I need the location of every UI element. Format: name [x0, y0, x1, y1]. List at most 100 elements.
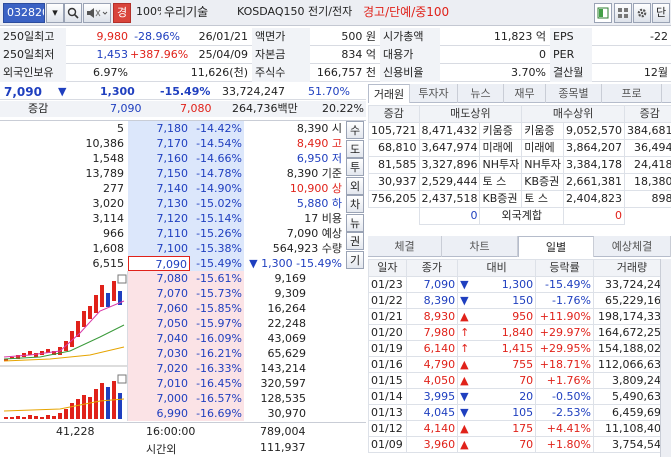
bid-rate: -16.33% [190, 361, 244, 376]
side-button[interactable]: 외 [346, 176, 364, 195]
ask-price[interactable]: 7,170 [128, 136, 190, 151]
tab-info-0[interactable]: 거래원 [368, 84, 410, 103]
tab-trade-0[interactable]: 체결 [368, 236, 442, 257]
speaker-icon[interactable] [83, 3, 111, 23]
warning-menu-button[interactable]: 경 [113, 3, 131, 23]
broker-row[interactable]: 81,585 3,327,896 NH투자 NH투자 3,384,178 24,418 [368, 156, 671, 174]
broker-row[interactable]: 30,937 2,529,444 토 스 KB증권 2,661,381 18,380 [368, 173, 671, 191]
bid-price[interactable]: 7,010 [128, 376, 190, 391]
broker-row[interactable]: 756,205 2,437,518 KB증권 토 스 2,404,823 898 [368, 190, 671, 208]
daily-row[interactable]: 01/13 4,045 ▼ 105 -2.53% 6,459,694 [368, 404, 671, 421]
daily-row[interactable]: 01/15 4,050 ▲ 70 +1.76% 3,809,242 [368, 372, 671, 389]
side-button[interactable]: 권 [346, 232, 364, 250]
side-button[interactable]: 수 [346, 121, 364, 139]
tab-trade-1[interactable]: 차트 [442, 236, 518, 257]
daily-rate: +11.90% [535, 308, 594, 325]
side-button[interactable]: 뉴 [346, 213, 364, 232]
ask-price[interactable]: 7,160 [128, 151, 190, 166]
tab-info-4[interactable]: 종목별 [546, 84, 602, 103]
ask-row[interactable]: 1,608 7,100 -15.38% 564,923 수량 [0, 241, 366, 256]
current-quote-header: 7,090 ▼ 1,300 -15.49% 33,724,247 51.70% … [0, 84, 366, 118]
broker-row[interactable]: 68,810 3,647,974 미래에 미래에 3,864,207 36,494 [368, 139, 671, 157]
volume-close-icon[interactable] [117, 374, 127, 384]
tab-info-2[interactable]: 뉴스 [458, 84, 504, 103]
bid-price[interactable]: 7,000 [128, 391, 190, 406]
bid-price[interactable]: 7,070 [128, 286, 190, 301]
bid-price[interactable]: 7,030 [128, 346, 190, 361]
daily-close: 3,995 [405, 388, 459, 405]
ask-price[interactable]: 7,130 [128, 196, 190, 211]
ask-price[interactable]: 7,090 [128, 256, 190, 271]
ask-row[interactable]: 6,515 7,090 -15.49% ▼ 1,300 -15.49% [0, 256, 366, 271]
ask-price[interactable]: 7,100 [128, 241, 190, 256]
side-button[interactable]: 투 [346, 158, 364, 176]
ask-row[interactable]: 13,789 7,150 -14.78% 8,390 기준 [0, 166, 366, 181]
bid-price[interactable]: 7,020 [128, 361, 190, 376]
grid-icon[interactable] [614, 3, 632, 23]
ask-price[interactable]: 7,140 [128, 181, 190, 196]
ask-row[interactable]: 3,020 7,130 -15.02% 5,880 하 [0, 196, 366, 211]
daily-diff: 755 [512, 358, 534, 371]
bid-total: 789,004 [260, 425, 306, 438]
daily-table-scrollbar[interactable] [660, 259, 671, 457]
side-button[interactable]: 도 [346, 139, 364, 158]
daily-diff: 950 [512, 310, 534, 323]
daily-row[interactable]: 01/16 4,790 ▲ 755 +18.71% 112,066,638 [368, 356, 671, 373]
broker-row[interactable]: 105,721 8,471,432 키움증 키움증 9,052,570 384,681 [368, 122, 671, 140]
tab-info-1[interactable]: 투자자 [410, 84, 458, 103]
daily-volume: 6,459,694 [592, 404, 671, 421]
tab-trade-2[interactable]: 일별 [518, 236, 594, 257]
code-dropdown-button[interactable]: ▾ [46, 3, 64, 23]
daily-diff: 1,300 [501, 278, 534, 291]
bid-price[interactable]: 7,050 [128, 316, 190, 331]
daily-row[interactable]: 01/22 8,390 ▼ 150 -1.76% 65,229,168 [368, 292, 671, 309]
after-hours-qty: 111,937 [260, 441, 306, 454]
volume-bar [46, 415, 50, 419]
ask-row[interactable]: 966 7,110 -15.26% 7,090 예상 [0, 226, 366, 241]
tab-info-5[interactable]: 프로 [602, 84, 662, 103]
chart-close-icon[interactable] [117, 274, 127, 284]
ask-row[interactable]: 277 7,140 -14.90% 10,900 상 [0, 181, 366, 196]
ask-rate: -14.54% [190, 136, 244, 151]
window-split-icon[interactable] [594, 3, 612, 23]
ask-qty: 277 [103, 182, 124, 195]
search-icon[interactable] [64, 3, 82, 23]
ask-row[interactable]: 1,548 7,160 -14.66% 6,950 저 [0, 151, 366, 166]
daily-diff: 175 [512, 422, 534, 435]
ask-price[interactable]: 7,120 [128, 211, 190, 226]
daily-rate: -2.53% [535, 404, 594, 421]
bid-price[interactable]: 7,060 [128, 301, 190, 316]
ask-row[interactable]: 3,114 7,120 -15.14% 17 비용 [0, 211, 366, 226]
broker-header: 증감 [368, 105, 420, 123]
daily-row[interactable]: 01/20 7,980 ↑ 1,840 +29.97% 164,672,257 [368, 324, 671, 341]
ask-qty: 6,515 [92, 257, 125, 270]
gear-icon[interactable] [633, 3, 651, 23]
daily-row[interactable]: 01/23 7,090 ▼ 1,300 -15.49% 33,724,247 [368, 276, 671, 293]
tab-trade-3[interactable]: 예상체결 [594, 236, 671, 257]
ask-side-info: 10,900 상 [289, 182, 342, 195]
broker-cell: 24,418 [623, 156, 671, 174]
daily-row[interactable]: 01/19 6,140 ↑ 1,415 +29.95% 154,188,027 [368, 340, 671, 357]
ask-price[interactable]: 7,180 [128, 121, 190, 136]
ask-row[interactable]: 10,386 7,170 -14.54% 8,490 고 [0, 136, 366, 151]
down-arrow-icon: ▼ [460, 390, 469, 403]
daily-row[interactable]: 01/14 3,995 ▼ 20 -0.50% 5,490,633 [368, 388, 671, 405]
ask-row[interactable]: 5 7,180 -14.42% 8,390 시 [0, 121, 366, 136]
daily-row[interactable]: 01/21 8,930 ▲ 950 +11.90% 198,174,331 [368, 308, 671, 325]
ask-price[interactable]: 7,150 [128, 166, 190, 181]
side-button[interactable]: 차 [346, 195, 364, 213]
close-panel-button[interactable]: 단 [652, 3, 670, 23]
daily-row[interactable]: 01/09 3,960 ▲ 70 +1.80% 3,754,542 [368, 436, 671, 453]
value-capital: 834 억 [341, 48, 376, 61]
ask-price[interactable]: 7,110 [128, 226, 190, 241]
bid-price[interactable]: 7,040 [128, 331, 190, 346]
label-foreign-ownership: 외국인보유 [0, 64, 66, 82]
tab-info-3[interactable]: 재무 [504, 84, 546, 103]
ask-qty: 1,608 [92, 242, 125, 255]
side-button[interactable]: 기 [346, 250, 364, 269]
bid-price[interactable]: 6,990 [128, 406, 190, 421]
daily-diff: 105 [512, 406, 534, 419]
bid-price[interactable]: 7,080 [128, 271, 190, 286]
stock-code-input[interactable]: 032820 [3, 3, 45, 23]
daily-row[interactable]: 01/12 4,140 ▲ 175 +4.41% 11,108,401 [368, 420, 671, 437]
